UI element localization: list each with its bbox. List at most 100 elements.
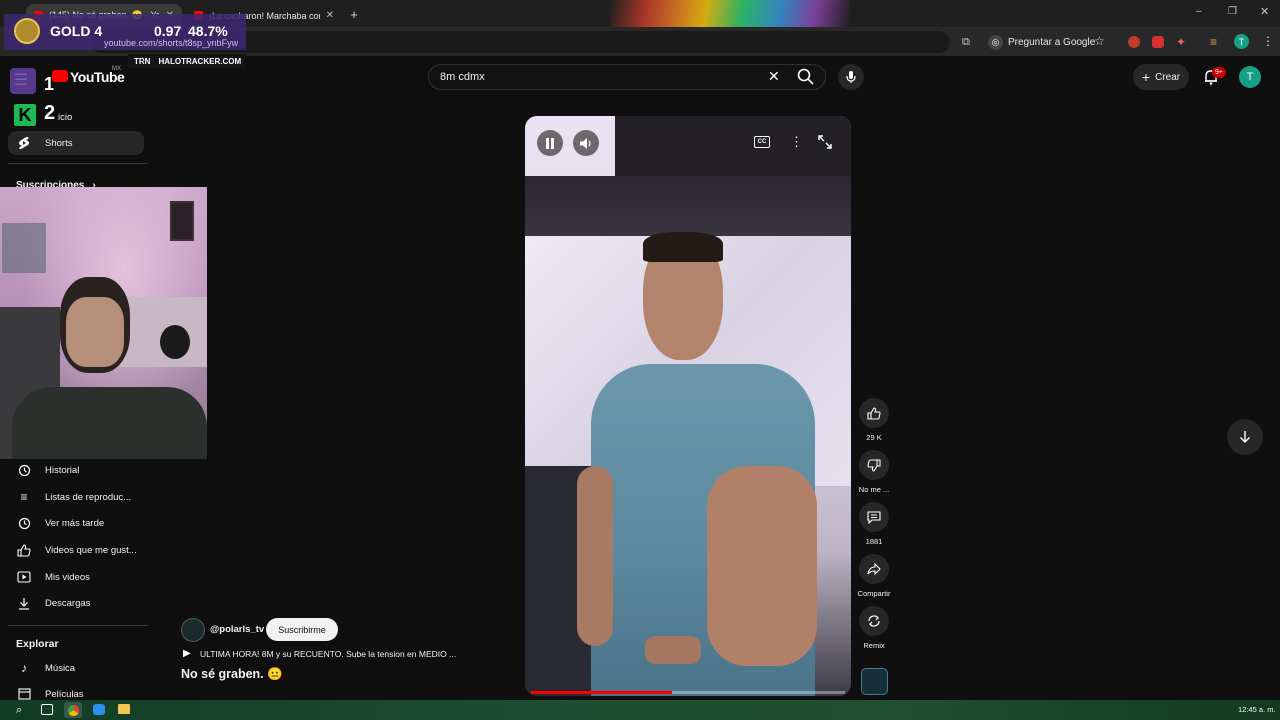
score-2: 2 (44, 102, 56, 124)
sidebar-item-playlists[interactable]: ≡ Listas de reproduc... (8, 485, 144, 509)
sidebar-item-label: Historial (45, 464, 80, 476)
shorts-icon (17, 136, 31, 150)
rank-label: GOLD 4 (50, 23, 103, 39)
create-label: Crear (1155, 71, 1181, 83)
short-video-player[interactable]: CC ⋮ (525, 116, 851, 696)
region-label: MX (112, 66, 121, 72)
bookmark-star-icon[interactable]: ☆ (1094, 34, 1105, 48)
extension-icon[interactable] (1152, 36, 1164, 48)
search-input[interactable]: 8m cdmx (428, 64, 826, 90)
person-face (66, 297, 124, 367)
fullscreen-icon[interactable] (818, 135, 832, 149)
sidebar-divider (8, 163, 148, 164)
winrate-value: 48.7% (188, 23, 228, 39)
captions-icon[interactable]: CC (754, 136, 770, 148)
sidebar-item-shorts[interactable]: Shorts (8, 131, 144, 155)
sidebar-item-label: Ver más tarde (45, 517, 105, 529)
close-tab-icon[interactable]: ✕ (326, 10, 334, 21)
subscribe-button[interactable]: Suscribirme (266, 618, 338, 641)
profile-avatar-icon[interactable]: T (1234, 34, 1249, 49)
dislike-action[interactable]: No me ... (858, 450, 890, 494)
my-videos-icon (17, 570, 31, 584)
sidebar-item-label: Mis videos (45, 571, 90, 583)
channel-name[interactable]: @polarls_tv (210, 624, 264, 635)
progress-track[interactable] (531, 691, 845, 694)
like-action[interactable]: 29 K (858, 398, 890, 442)
dislike-icon[interactable] (859, 450, 889, 480)
kd-value: 0.97 (154, 23, 182, 39)
google-lens-icon: ◎ (988, 34, 1003, 50)
streamer-webcam (0, 187, 207, 459)
presenter-arm (707, 466, 817, 666)
kebab-menu-icon[interactable]: ⋮ (1262, 34, 1274, 48)
search-taskbar-icon[interactable]: ⌕ (16, 704, 22, 717)
search-icon[interactable] (796, 67, 816, 87)
youtube-logo-icon[interactable] (52, 70, 68, 82)
audio-source-thumbnail[interactable] (861, 668, 888, 695)
movies-icon (17, 687, 31, 701)
maximize-icon[interactable]: ❐ (1228, 6, 1237, 17)
volume-button[interactable] (573, 130, 599, 156)
acoustic-foam-panels (525, 176, 851, 238)
task-view-icon[interactable] (41, 704, 53, 715)
sidebar-item-label: Videos que me gust... (45, 544, 137, 556)
history-icon (17, 463, 31, 477)
twitch-chat-icon (10, 68, 36, 94)
clock: 12:45 a. m. (1238, 705, 1276, 714)
rank-overlay: GOLD 4 0.97 48.7% youtube.com/shorts/t8s… (4, 14, 246, 50)
short-title: No sé graben. 😐 (181, 667, 283, 681)
halotracker-banner: TRN HALOTRACKER.COM (128, 54, 246, 68)
new-tab-icon[interactable]: + (346, 6, 362, 22)
gold-rank-icon (14, 18, 40, 44)
sidebar-item-history[interactable]: Historial (8, 458, 144, 482)
search-value: 8m cdmx (440, 71, 485, 83)
close-window-icon[interactable]: ✕ (1260, 5, 1269, 18)
like-icon[interactable] (859, 398, 889, 428)
clear-search-icon[interactable]: ✕ (768, 68, 780, 85)
file-explorer-icon[interactable] (118, 704, 130, 714)
music-icon: ♪ (21, 661, 27, 675)
messenger-taskbar-icon[interactable] (93, 704, 105, 715)
more-options-icon[interactable]: ⋮ (790, 134, 803, 150)
playlist-line[interactable]: ULTIMA HORA! 8M y su RECUENTO. Sube la t… (200, 649, 456, 659)
remix-icon[interactable] (859, 606, 889, 636)
next-short-button[interactable] (1227, 419, 1263, 455)
ask-google-label: Preguntar a Google (1008, 36, 1096, 48)
arrow-down-icon (1240, 431, 1250, 443)
sidebar-item-my-videos[interactable]: Mis videos (8, 565, 144, 589)
watch-later-icon (17, 516, 31, 530)
pause-button[interactable] (537, 130, 563, 156)
comment-icon[interactable] (859, 502, 889, 532)
notifications-badge: 9+ (1212, 67, 1226, 78)
share-icon[interactable] (859, 554, 889, 584)
sidebar-item-music[interactable]: ♪ Música (8, 656, 144, 680)
halotracker-site: HALOTRACKER.COM (158, 56, 242, 66)
chrome-taskbar-icon[interactable] (64, 702, 82, 718)
presenter-hands (645, 636, 701, 664)
play-small-icon: ▶ (183, 648, 191, 659)
channel-avatar[interactable] (181, 618, 205, 642)
create-button[interactable]: + Crear (1133, 64, 1189, 90)
sidebar-divider (8, 625, 148, 626)
sidebar-item-liked[interactable]: Videos que me gust... (8, 538, 144, 562)
install-app-icon[interactable]: ⧉ (962, 36, 970, 49)
playlist-icon: ≡ (20, 490, 28, 504)
voice-search-icon[interactable] (838, 64, 864, 90)
progress-fill (531, 691, 673, 694)
remix-action[interactable]: Remix (858, 606, 890, 650)
ask-google-button[interactable]: ◎ Preguntar a Google (988, 33, 1095, 51)
comments-action[interactable]: 1881 (858, 502, 890, 546)
minimize-icon[interactable]: – (1196, 6, 1202, 17)
windows-taskbar: ⌕ 12:45 a. m. (0, 700, 1280, 720)
puzzle-extensions-icon[interactable]: ✦ (1176, 35, 1186, 49)
menu-lines-icon[interactable]: ≡ (1210, 35, 1217, 49)
share-action[interactable]: Compartir (858, 554, 890, 598)
account-avatar[interactable]: T (1239, 66, 1261, 88)
home-label-partial[interactable]: icio (58, 112, 72, 123)
wall-poster (2, 223, 46, 273)
comment-count: 1881 (865, 537, 883, 546)
share-label: Compartir (857, 589, 891, 598)
sidebar-item-watch-later[interactable]: Ver más tarde (8, 511, 144, 535)
sidebar-item-downloads[interactable]: Descargas (8, 591, 144, 615)
extension-icon[interactable] (1128, 36, 1140, 48)
